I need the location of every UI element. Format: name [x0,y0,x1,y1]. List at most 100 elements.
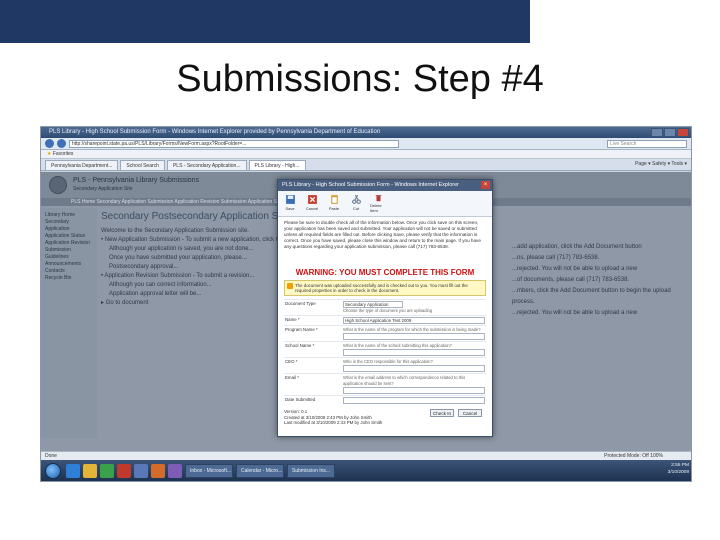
field-label: Name * [284,315,342,326]
back-icon[interactable] [45,139,54,148]
form-row: Email * What is the email address to whi… [284,373,486,396]
sp-text-line: ...add application, click the Add Docume… [512,244,642,250]
taskbar-task[interactable]: Submission Ins... [287,463,335,478]
close-button[interactable] [677,128,689,137]
field-description: What is the email address to which corre… [343,375,466,386]
dialog-footer: Version: 0.1 Created at 3/10/2009 2:43 P… [284,409,486,429]
modified-text: Last modified at 3/10/2009 2:43 PM by Jo… [284,420,383,425]
taskbar-task[interactable]: Inbox - Microsoft... [185,463,233,478]
favorites-star-icon[interactable]: ★ [47,151,51,157]
checked-out-alert: The document was uploaded successfully a… [284,280,486,296]
sp-nav-item[interactable]: Contacts [45,268,93,275]
dialog-cancel-button[interactable]: Cancel [458,409,482,417]
ribbon-cut-button[interactable]: Cut [348,194,364,213]
sp-nav-item[interactable]: Library Home [45,212,93,219]
paste-icon [330,195,338,204]
slide-title: Submissions: Step #4 [176,58,544,100]
dialog-title: PLS Library - High School Submission For… [282,182,459,188]
ribbon-cancel-button[interactable]: Cancel [304,194,320,213]
status-text: Done [45,453,57,459]
word-quicklaunch-icon[interactable] [134,463,148,478]
sp-text-line: ...rejected. You will not be able to upl… [512,310,638,316]
acrobat-quicklaunch-icon[interactable] [117,463,131,478]
field-description: What is the name of the program for whic… [343,327,481,332]
warning-icon [287,283,293,289]
excel-quicklaunch-icon[interactable] [100,463,114,478]
sp-site-title: PLS - Pennsylvania Library Submissions [73,177,200,184]
sp-text-line: ...mbers, click the Add Document button … [512,288,671,305]
sp-site-subtitle: Secondary Application Site [73,186,133,192]
outlook-quicklaunch-icon[interactable] [151,463,165,478]
check-in-button[interactable]: Check In [430,409,454,417]
dialog-close-button[interactable]: × [481,181,490,189]
cut-icon [351,194,361,204]
save-icon [285,195,295,204]
search-input[interactable]: Live Search [607,139,687,148]
sp-nav-item[interactable]: Application Status [45,233,93,240]
forward-icon[interactable] [57,139,66,148]
sp-text-line: ...of documents, please call (717) 783-6… [512,277,630,283]
form-row: CEO * Who is the CEO responsible for thi… [284,357,486,374]
ie-titlebar: PLS Library - High School Submission For… [41,127,691,138]
window-controls [651,128,689,137]
dialog-body: Please be sure to double check all of th… [278,217,492,432]
ribbon-label: Delete Item [370,203,382,213]
email-input[interactable] [343,387,485,394]
address-bar: http://sharepoint.state.pa.us/PLS/Librar… [41,138,691,150]
field-label: CEO * [284,357,342,374]
sp-nav-item[interactable]: Application Revision [45,240,93,247]
browser-tab-active[interactable]: PLS Library - High... [248,160,306,170]
ribbon-delete-button[interactable]: Delete Item [370,194,386,213]
date-submitted-input[interactable] [343,397,485,404]
url-input[interactable]: http://sharepoint.state.pa.us/PLS/Librar… [69,139,399,148]
sp-nav-item[interactable]: Recycle Bin [45,275,93,282]
screenshot: PLS Library - High School Submission For… [40,126,692,482]
dialog-intro-text: Please be sure to double check all of th… [284,220,481,249]
ie-status-bar: Done Protected Mode: Off 100% [41,451,691,460]
sp-nav-item[interactable]: Submission Guidelines [45,247,93,261]
field-label: Program Name * [284,325,342,342]
taskbar-task[interactable]: Calendar - Micro... [236,463,284,478]
dialog-titlebar: PLS Library - High School Submission For… [278,180,492,191]
command-bar[interactable]: Page ▾ Safety ▾ Tools ▾ [635,161,687,167]
favorites-label[interactable]: Favorites [53,151,74,157]
status-zone: Protected Mode: Off 100% [604,453,663,459]
sp-nav-item[interactable]: Secondary Application [45,219,93,233]
slide: Submissions: Step #4 PLS Library - High … [0,0,720,540]
properties-form: Document Type Secondary Application Choo… [284,299,486,405]
ie-quicklaunch-icon[interactable] [66,463,80,478]
ribbon-paste-button[interactable]: Paste [326,194,342,213]
browser-tab[interactable]: School Search [120,160,165,170]
ceo-input[interactable] [343,365,485,372]
form-row: Name * High School Application Test 2009 [284,315,486,326]
alert-text: The document was uploaded successfully a… [295,283,468,293]
clock-time[interactable]: 2:55 PM [668,462,689,469]
form-row: Program Name * What is the name of the p… [284,325,486,342]
ribbon-label: Cut [352,206,360,211]
start-button[interactable] [45,462,61,479]
ribbon-label: Cancel [305,206,319,211]
folder-quicklaunch-icon[interactable] [83,463,97,478]
ribbon-label: Save [285,206,295,211]
sp-left-nav: Library Home Secondary Application Appli… [41,208,97,438]
browser-tab[interactable]: Pennsylvania Department... [45,160,119,170]
field-description: Choose the type of document you are uplo… [343,308,433,313]
onenote-quicklaunch-icon[interactable] [168,463,182,478]
taskbar: Inbox - Microsoft... Calendar - Micro...… [41,460,691,481]
name-input[interactable]: High School Application Test 2009 [343,317,485,324]
maximize-button[interactable] [664,128,676,137]
clock-date[interactable]: 3/10/2009 [668,469,689,476]
sp-text-line: ...rejected. You will not be able to upl… [512,266,638,272]
ribbon-save-button[interactable]: Save [282,194,298,213]
sp-nav-item[interactable]: Announcements [45,261,93,268]
school-name-input[interactable] [343,349,485,356]
sp-text-line: ...ns, please call (717) 783-6538. [512,255,600,261]
delete-icon [375,195,381,202]
program-name-input[interactable] [343,333,485,340]
document-type-select[interactable]: Secondary Application [343,301,403,308]
browser-tabs: Pennsylvania Department... School Search… [41,159,691,171]
browser-tab[interactable]: PLS - Secondary Application... [166,160,247,170]
sp-right-text: ...add application, click the Add Docume… [512,242,687,319]
system-tray: 2:55 PM 3/10/2009 [664,460,691,481]
minimize-button[interactable] [651,128,663,137]
